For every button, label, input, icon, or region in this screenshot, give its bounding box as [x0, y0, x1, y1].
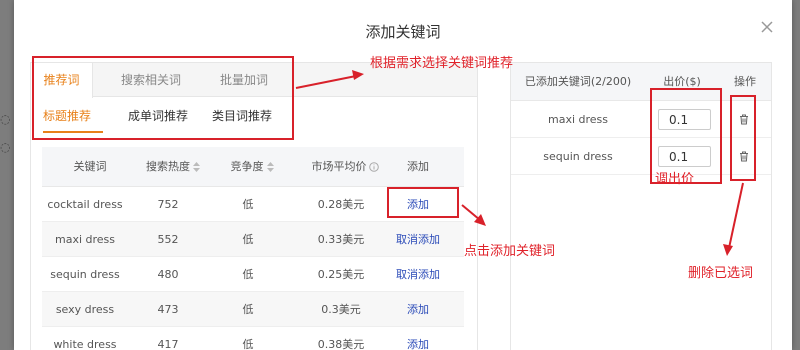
- sort-icon[interactable]: [193, 162, 200, 172]
- col-search-heat-label: 搜索热度: [146, 160, 190, 173]
- selected-keyword-cell: sequin dress: [543, 150, 613, 163]
- competition-cell: 低: [242, 303, 254, 316]
- table-row: sexy dress 473 低 0.3美元 添加: [42, 292, 464, 327]
- price-cell: 0.33美元: [317, 233, 365, 246]
- competition-cell: 低: [242, 268, 254, 281]
- col-competition-label: 竞争度: [230, 160, 264, 173]
- col-selected-keyword: 已添加关键词(2/200): [524, 75, 632, 88]
- annotation-box-add: [387, 187, 459, 218]
- col-avg-price: 市场平均价: [300, 147, 390, 187]
- heat-cell: 752: [157, 198, 179, 211]
- heat-cell: 480: [157, 268, 179, 281]
- annotation-delete-note: 删除已选词: [688, 266, 754, 281]
- price-cell: 0.28美元: [317, 198, 365, 211]
- keyword-cell: sexy dress: [55, 303, 115, 316]
- table-row: sequin dress 480 低 0.25美元 取消添加: [42, 257, 464, 292]
- heat-cell: 552: [157, 233, 179, 246]
- sort-icon[interactable]: [266, 162, 274, 172]
- price-cell: 0.3美元: [321, 303, 361, 316]
- keyword-cell: cocktail dress: [47, 198, 123, 211]
- col-add: 添加: [407, 160, 429, 173]
- heat-cell: 417: [157, 338, 179, 350]
- competition-cell: 低: [242, 198, 254, 211]
- heat-cell: 473: [157, 303, 179, 316]
- keyword-cell: sequin dress: [50, 268, 120, 281]
- col-avg-price-label: 市场平均价: [311, 160, 367, 173]
- modal-title: 添加关键词: [365, 23, 441, 41]
- close-icon[interactable]: [758, 18, 776, 36]
- annotation-box-tabs: [32, 56, 294, 140]
- competition-cell: 低: [242, 233, 254, 246]
- competition-cell: 低: [242, 338, 254, 350]
- keyword-table: 关键词 搜索热度 竞争度 市场平均价 添加 cocktail dress 752…: [42, 147, 464, 350]
- price-cell: 0.25美元: [317, 268, 365, 281]
- selected-keyword-cell: maxi dress: [547, 113, 608, 126]
- col-competition[interactable]: 竞争度: [220, 147, 284, 187]
- table-row: maxi dress 552 低 0.33美元 取消添加: [42, 222, 464, 257]
- col-search-heat[interactable]: 搜索热度: [128, 147, 218, 187]
- annotation-add-note: 点击添加关键词: [464, 244, 556, 259]
- table-row: white dress 417 低 0.38美元 添加: [42, 327, 464, 350]
- background-fragment-icon: ◌: [0, 140, 11, 154]
- cancel-add-button[interactable]: 取消添加: [386, 222, 450, 257]
- annotation-box-delete: [730, 95, 756, 181]
- price-cell: 0.38美元: [317, 338, 365, 350]
- table-header: 关键词 搜索热度 竞争度 市场平均价 添加: [42, 147, 464, 187]
- keyword-cell: white dress: [53, 338, 117, 350]
- info-icon[interactable]: [368, 162, 379, 172]
- add-keyword-button[interactable]: 添加: [386, 327, 450, 350]
- background-fragment-icon: ◌: [0, 112, 11, 126]
- col-keyword: 关键词: [73, 160, 107, 173]
- add-keyword-button[interactable]: 添加: [386, 292, 450, 327]
- annotation-tabs-note: 根据需求选择关键词推荐: [370, 56, 514, 71]
- cancel-add-button[interactable]: 取消添加: [386, 257, 450, 292]
- annotation-bid-note: 调出价: [655, 172, 695, 187]
- keyword-cell: maxi dress: [54, 233, 115, 246]
